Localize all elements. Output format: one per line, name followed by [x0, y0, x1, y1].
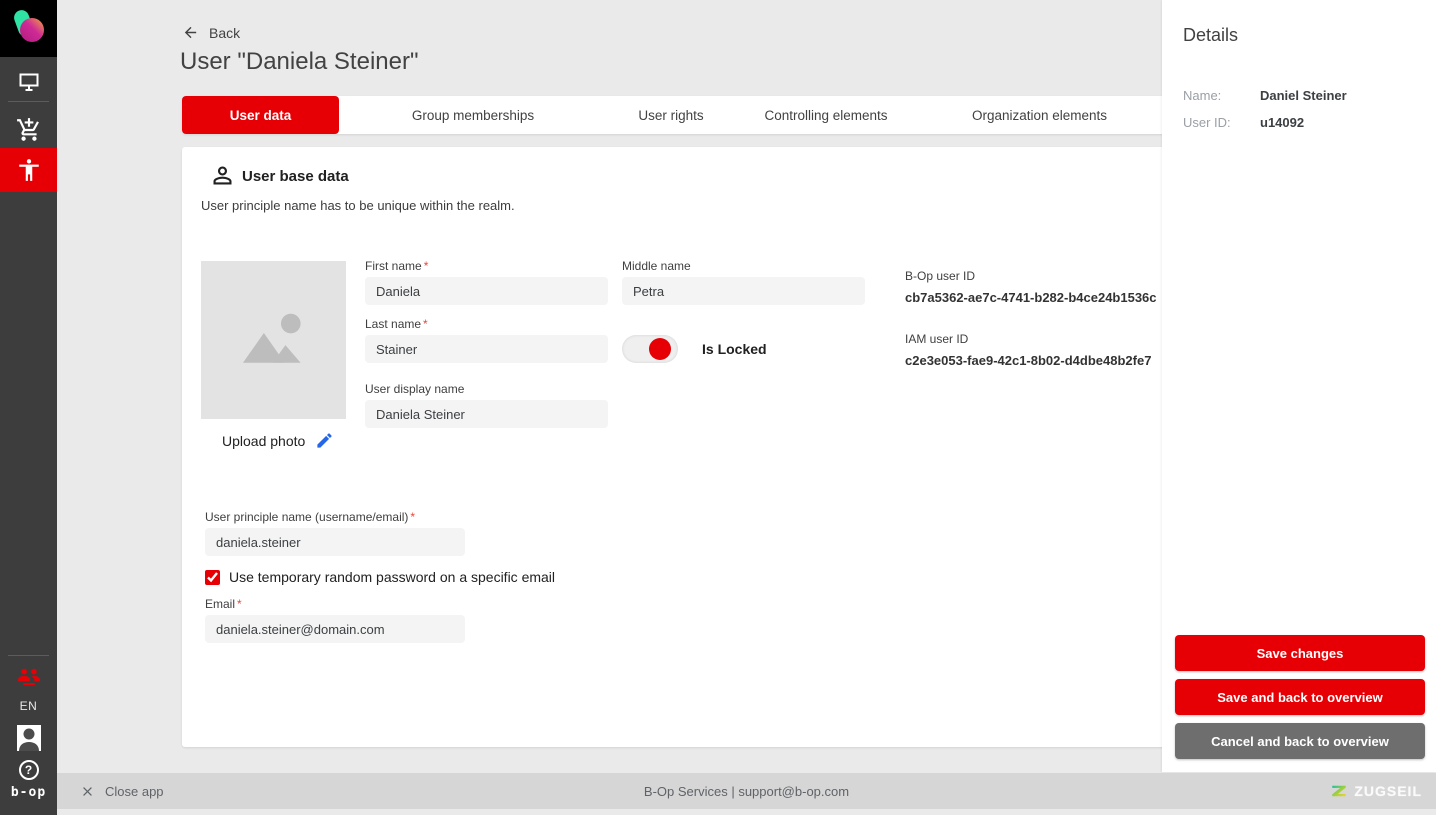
user-base-data-card: User base data User principle name has t…	[182, 147, 1196, 747]
middle-name-label: Middle name	[622, 259, 691, 273]
footer: Close app B-Op Services | support@b-op.c…	[57, 772, 1436, 815]
middle-name-input[interactable]	[622, 277, 865, 305]
details-name-value: Daniel Steiner	[1260, 88, 1347, 103]
required-marker: *	[237, 597, 242, 611]
display-name-input[interactable]	[365, 400, 608, 428]
details-row-user-id: User ID: u14092	[1183, 115, 1347, 130]
help-icon: ?	[18, 760, 39, 780]
zugseil-logo: ZUGSEIL	[1330, 782, 1422, 800]
app-window: EN ? b-op Back User "Daniela Steiner" Us…	[0, 0, 1436, 815]
is-locked-label: Is Locked	[702, 341, 767, 357]
tab-bar: User data Group memberships User rights …	[182, 96, 1196, 134]
sidebar-item-shop[interactable]	[0, 110, 57, 150]
save-changes-button[interactable]: Save changes	[1175, 635, 1425, 671]
required-marker: *	[410, 510, 416, 524]
section-title: User base data	[242, 168, 349, 185]
bop-user-id-label: B-Op user ID	[905, 269, 976, 283]
avatar	[16, 725, 41, 751]
first-name-label: First name *	[365, 259, 429, 273]
close-icon	[83, 786, 92, 796]
upn-label: User principle name (username/email) *	[205, 510, 416, 524]
required-marker: *	[423, 317, 428, 331]
save-and-back-button[interactable]: Save and back to overview	[1175, 679, 1425, 715]
temp-password-label[interactable]: Use temporary random password on a speci…	[229, 569, 555, 585]
sidebar-divider	[8, 655, 49, 656]
edit-pencil-icon	[317, 433, 332, 448]
details-row-name: Name: Daniel Steiner	[1183, 88, 1347, 103]
person-icon	[209, 162, 236, 194]
app-logo[interactable]	[0, 0, 57, 57]
details-title: Details	[1183, 25, 1239, 45]
required-marker: *	[423, 259, 429, 273]
email-input[interactable]	[205, 615, 465, 643]
cart-plus-icon	[16, 118, 39, 141]
footer-support-text: B-Op Services | support@b-op.com	[643, 783, 850, 799]
avatar-silhouette-icon	[18, 728, 39, 751]
upload-photo-label: Upload photo	[222, 432, 306, 449]
toggle-knob	[649, 338, 671, 360]
last-name-input[interactable]	[365, 335, 608, 363]
app-logo-icon	[13, 9, 44, 42]
temp-password-checkbox[interactable]	[205, 569, 220, 585]
accessibility-icon	[18, 159, 39, 181]
details-user-id-label: User ID:	[1183, 115, 1231, 130]
zugseil-brand-label: ZUGSEIL	[1354, 783, 1422, 799]
groups-icon	[17, 668, 40, 686]
email-label: Email *	[205, 597, 242, 611]
close-app-label: Close app	[105, 783, 164, 799]
sidebar-divider	[8, 101, 49, 102]
iam-user-id-label: IAM user ID	[905, 332, 969, 346]
close-app-button[interactable]: Close app	[80, 784, 164, 799]
is-locked-toggle[interactable]	[622, 335, 678, 363]
user-avatar[interactable]	[0, 725, 57, 751]
tab-group-memberships[interactable]: Group memberships	[339, 96, 607, 134]
details-name-label: Name:	[1183, 88, 1222, 103]
language-selector[interactable]: EN	[0, 699, 57, 713]
iam-user-id-value: c2e3e053-fae9-42c1-8b02-d4dbe48b2fe7	[905, 353, 1152, 368]
tab-user-rights[interactable]: User rights	[607, 96, 735, 134]
display-name-label: User display name	[365, 382, 465, 396]
bop-user-id-value: cb7a5362-ae7c-4741-b282-b4ce24b1536c	[905, 290, 1157, 305]
sidebar-item-groups[interactable]	[0, 664, 57, 690]
page-title: User "Daniela Steiner"	[180, 48, 419, 75]
zugseil-z-icon	[1332, 785, 1347, 797]
details-panel: Details Name: Daniel Steiner User ID: u1…	[1162, 0, 1436, 772]
upload-photo-button[interactable]: Upload photo	[222, 431, 334, 450]
main-content: Back User "Daniela Steiner" User data Gr…	[57, 0, 1196, 772]
first-name-input[interactable]	[365, 277, 608, 305]
sidebar: EN ? b-op	[0, 0, 57, 815]
tab-controlling-elements[interactable]: Controlling elements	[735, 96, 917, 134]
tab-user-data[interactable]: User data	[182, 96, 339, 134]
back-label: Back	[209, 24, 241, 41]
help-button[interactable]: ?	[0, 760, 57, 780]
section-note: User principle name has to be unique wit…	[201, 198, 515, 213]
sidebar-item-users-active[interactable]	[0, 148, 57, 192]
back-button[interactable]: Back	[182, 24, 240, 41]
cancel-and-back-button[interactable]: Cancel and back to overview	[1175, 723, 1425, 759]
details-user-id-value: u14092	[1260, 115, 1305, 130]
image-placeholder-icon	[242, 313, 301, 363]
last-name-label: Last name *	[365, 317, 428, 331]
photo-placeholder[interactable]	[201, 261, 346, 419]
monitor-icon	[19, 73, 38, 91]
upn-input[interactable]	[205, 528, 465, 556]
bop-sidebar-logo: b-op	[10, 785, 47, 800]
tab-organization-elements[interactable]: Organization elements	[917, 96, 1162, 134]
back-arrow-icon	[184, 26, 197, 39]
sidebar-item-desktop[interactable]	[0, 62, 57, 102]
